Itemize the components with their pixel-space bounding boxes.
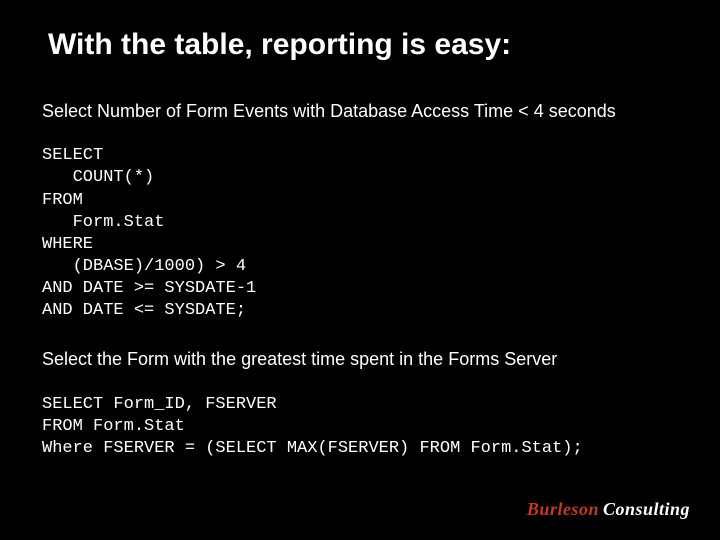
query-description-1: Select Number of Form Events with Databa… (42, 100, 678, 123)
slide-content: With the table, reporting is easy: Selec… (0, 0, 720, 460)
sql-code-2: SELECT Form_ID, FSERVER FROM Form.Stat W… (42, 394, 678, 460)
footer-bar: Burleson Consulting (0, 497, 720, 521)
brand-name-2: Consulting (603, 499, 690, 520)
query-description-2: Select the Form with the greatest time s… (42, 348, 678, 371)
brand-name-1: Burleson (527, 499, 599, 520)
sql-code-1: SELECT COUNT(*) FROM Form.Stat WHERE (DB… (42, 145, 678, 322)
slide-title: With the table, reporting is easy: (48, 28, 678, 62)
